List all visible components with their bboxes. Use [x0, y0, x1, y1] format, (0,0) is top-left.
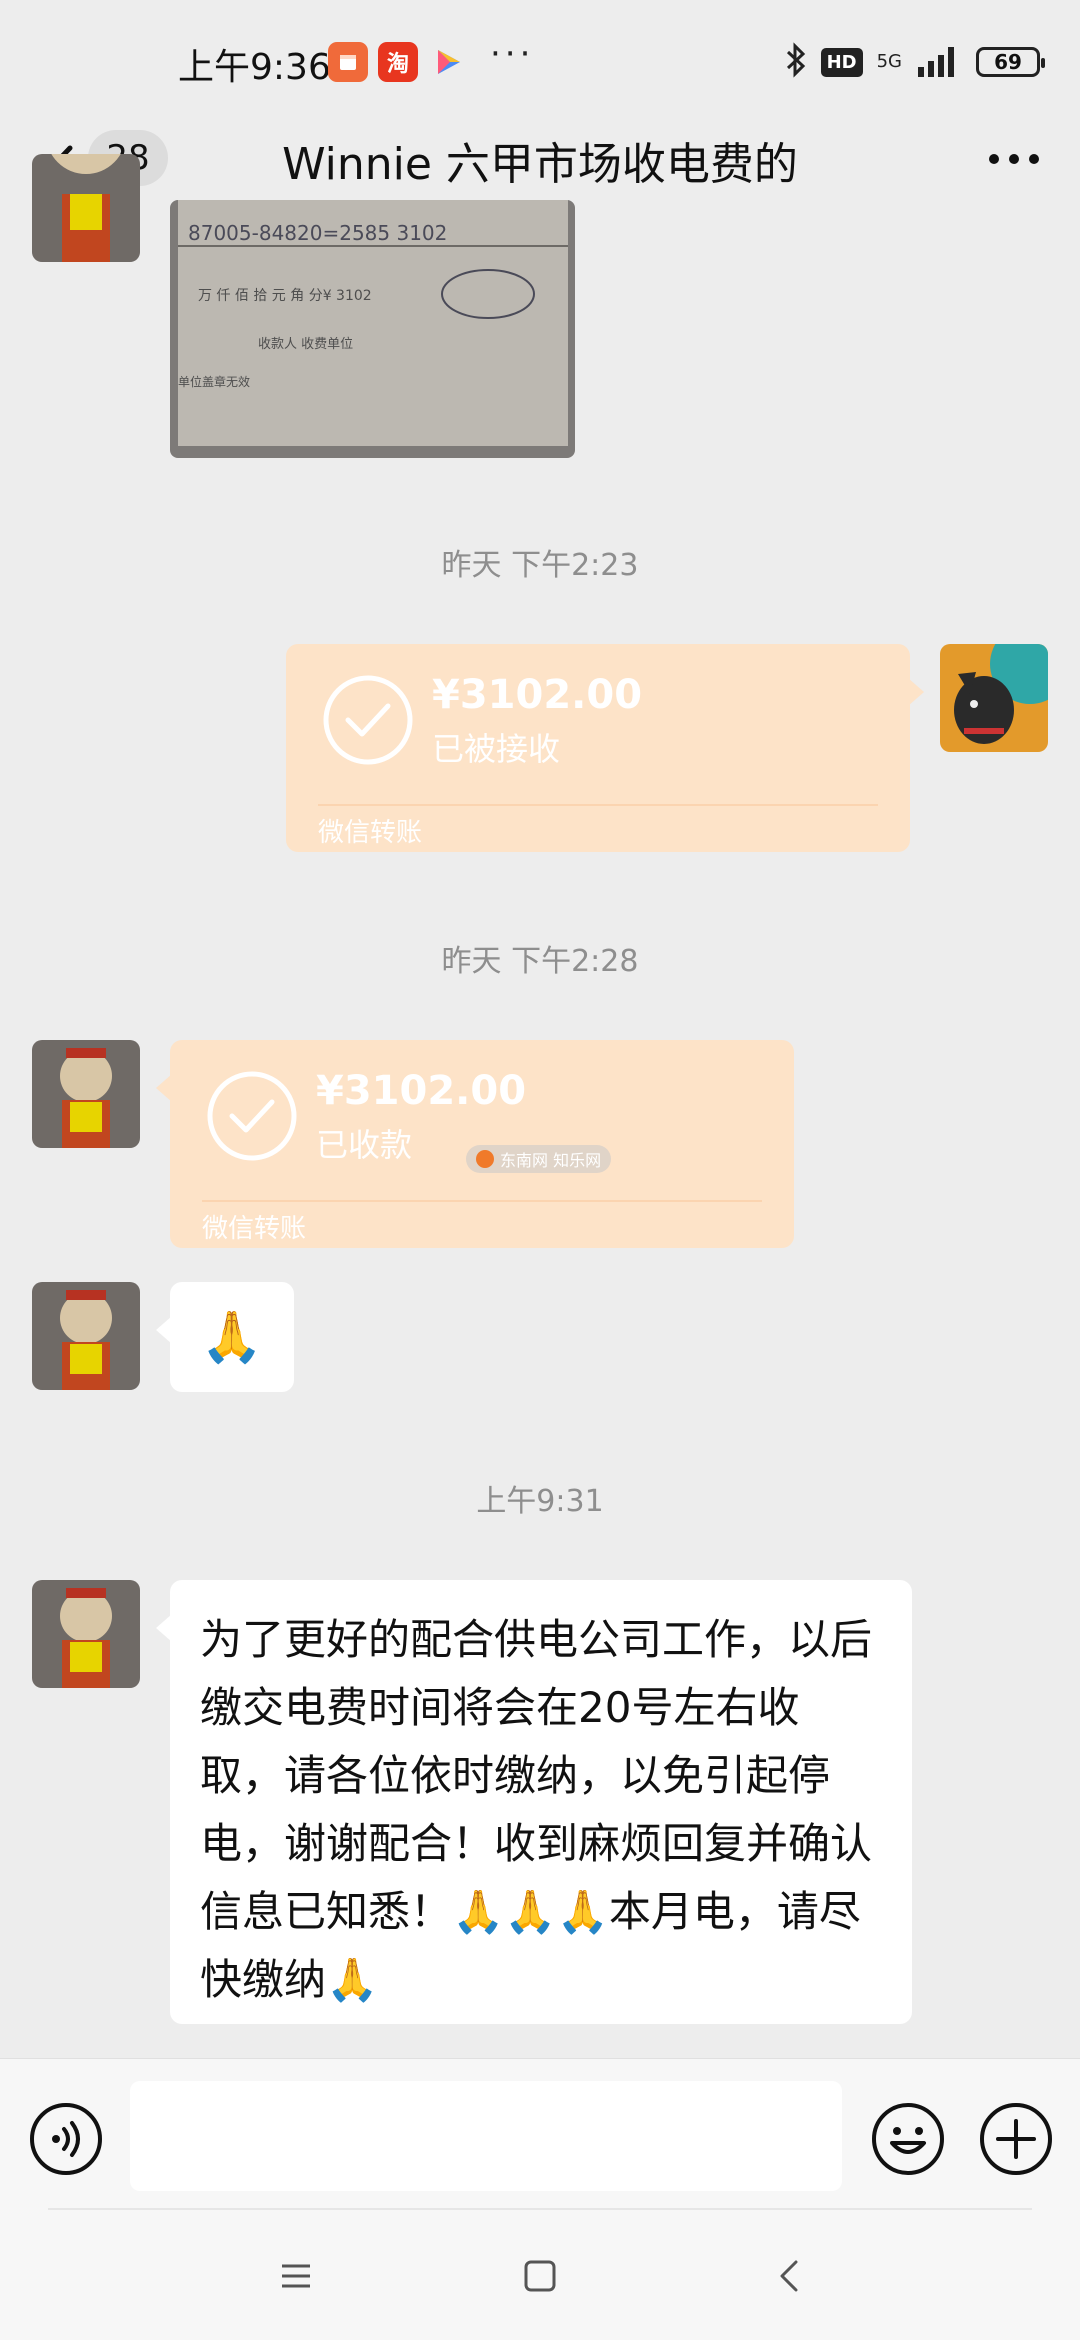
message-timestamp: 昨天 下午2:28 — [441, 944, 639, 979]
home-icon[interactable] — [520, 2256, 560, 2296]
recent-apps-icon[interactable] — [276, 2256, 316, 2296]
peer-avatar[interactable] — [32, 154, 140, 262]
transfer-received-card[interactable]: ¥3102.00 已收款 微信转账 — [156, 1040, 794, 1248]
transfer-amount: ¥3102.00 — [316, 1068, 527, 1114]
message-timestamp: 昨天 下午2:23 — [441, 548, 639, 583]
network-type: 5G — [876, 51, 902, 72]
check-circle-icon — [323, 675, 413, 765]
pray-emoji: 🙏 — [200, 1307, 264, 1366]
transfer-footer: 微信转账 — [318, 818, 423, 848]
emoji-picker-icon[interactable] — [870, 2101, 946, 2177]
watermark-icon — [476, 1150, 494, 1168]
transfer-footer: 微信转账 — [202, 1214, 307, 1244]
transfer-sent-card[interactable]: ¥3102.00 已被接收 微信转账 — [286, 644, 924, 852]
receipt-line-3: 收款人 收费单位 — [258, 337, 353, 352]
message-input[interactable] — [130, 2081, 842, 2191]
peer-avatar[interactable] — [32, 1282, 140, 1390]
signal-strength-icon — [916, 43, 962, 81]
input-bar — [0, 2058, 1080, 2208]
bluetooth-icon — [785, 42, 807, 82]
transfer-status: 已收款 — [316, 1126, 413, 1164]
battery-icon: 69 — [976, 47, 1045, 77]
more-options-icon[interactable] — [984, 144, 1044, 174]
status-more-icon: ··· — [490, 34, 535, 74]
announcement-message-bubble[interactable]: 为了更好的配合供电公司工作，以后缴交电费时间将会在20号左右收取，请各位依时缴纳… — [156, 1580, 912, 2024]
receipt-line-4: 单位盖章无效 — [178, 374, 250, 389]
watermark-logo: 东南网 知乐网 — [466, 1145, 612, 1173]
hd-voice-badge: HD — [820, 47, 863, 77]
chat-title: Winnie 六甲市场收电费的 — [282, 139, 798, 190]
receipt-line-2: 万 仟 佰 拾 元 角 分¥ 3102 — [198, 288, 372, 304]
check-circle-icon — [207, 1071, 297, 1161]
message-timestamp: 上午9:31 — [476, 1484, 604, 1519]
taobao-app-icon: 淘 — [378, 42, 418, 82]
emoji-message-bubble[interactable]: 🙏 — [156, 1282, 294, 1392]
receipt-image: 87005-84820=2585 3102 万 仟 佰 拾 元 角 分¥ 310… — [178, 200, 568, 446]
system-back-icon[interactable] — [770, 2256, 810, 2296]
peer-avatar[interactable] — [32, 1580, 140, 1688]
voice-input-icon[interactable] — [28, 2101, 104, 2177]
watermark-text: 东南网 知乐网 — [500, 1151, 602, 1170]
transfer-status: 已被接收 — [432, 730, 561, 768]
play-store-icon — [428, 42, 468, 82]
notification-app-icon — [328, 42, 368, 82]
nav-divider — [48, 2208, 1032, 2210]
status-time: 上午9:36 — [178, 47, 331, 88]
peer-avatar[interactable] — [32, 1040, 140, 1148]
transfer-divider — [318, 804, 878, 806]
receipt-photo-message[interactable]: 87005-84820=2585 3102 万 仟 佰 拾 元 角 分¥ 310… — [170, 200, 575, 458]
system-navigation-bar — [0, 2208, 1080, 2340]
status-bar: 上午9:36 淘 ··· HD 5G 69 — [0, 0, 1080, 120]
transfer-amount: ¥3102.00 — [432, 672, 643, 718]
more-actions-plus-icon[interactable] — [978, 2101, 1054, 2177]
status-indicators: HD 5G 69 — [785, 40, 1045, 84]
receipt-line-1: 87005-84820=2585 3102 — [188, 221, 447, 245]
self-avatar[interactable] — [940, 644, 1048, 752]
transfer-divider — [202, 1200, 762, 1202]
announcement-text: 为了更好的配合供电公司工作，以后缴交电费时间将会在20号左右收取，请各位依时缴纳… — [200, 1615, 873, 2004]
chat-screen: 上午9:36 淘 ··· HD 5G 69 28 Winnie 六甲市场收电费的 — [0, 0, 1080, 2340]
